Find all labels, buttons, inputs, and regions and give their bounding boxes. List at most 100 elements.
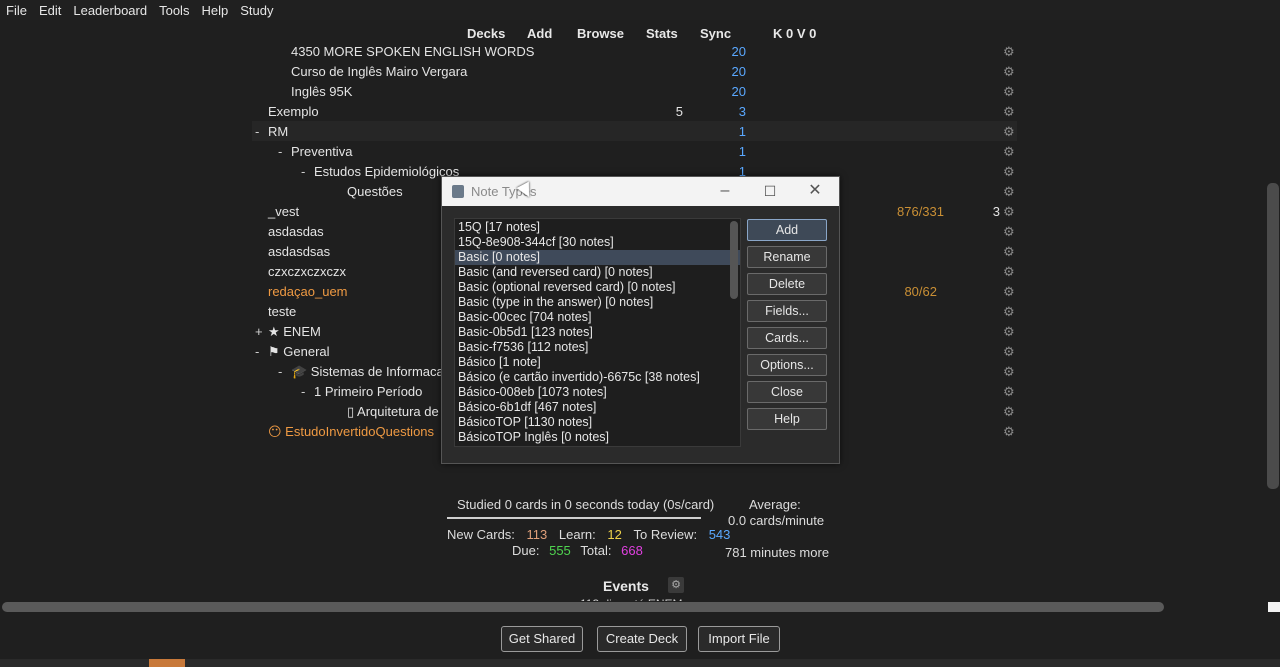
deck-name[interactable]: 🎓 Sistemas de Informacao (291, 364, 451, 380)
browse-link[interactable]: Browse (577, 26, 624, 41)
note-type-item[interactable]: Basic-0b5d1 [123 notes] (455, 325, 740, 340)
cards-button[interactable]: Cards... (747, 327, 827, 349)
note-type-item[interactable]: 15Q-8e908-344cf [30 notes] (455, 235, 740, 250)
delete-button[interactable]: Delete (747, 273, 827, 295)
horizontal-scrollbar[interactable] (0, 601, 1280, 613)
deck-row[interactable]: Exemplo 5 3 ⚙ (252, 101, 1017, 121)
deck-name[interactable]: RM (268, 124, 288, 139)
note-type-list[interactable]: 15Q [17 notes] 15Q-8e908-344cf [30 notes]… (454, 218, 741, 447)
deck-name[interactable]: 1 Primeiro Período (314, 384, 422, 399)
expand-toggle[interactable]: - (278, 144, 282, 159)
deck-name[interactable]: asdasdas (268, 224, 324, 239)
note-type-item[interactable]: Basic (type in the answer) [0 notes] (455, 295, 740, 310)
help-button[interactable]: Help (747, 408, 827, 430)
note-type-item[interactable]: 15Q [17 notes] (455, 220, 740, 235)
fields-button[interactable]: Fields... (747, 300, 827, 322)
vertical-scroll-thumb[interactable] (1267, 183, 1279, 489)
deck-gear-icon[interactable]: ⚙ (1003, 224, 1015, 240)
events-gear-icon[interactable]: ⚙ (668, 577, 684, 593)
minimize-icon[interactable]: – (713, 181, 737, 201)
menu-edit[interactable]: Edit (33, 3, 67, 18)
deck-gear-icon[interactable]: ⚙ (1003, 264, 1015, 280)
menu-study[interactable]: Study (234, 3, 279, 18)
expand-toggle[interactable]: - (301, 384, 305, 399)
dialog-titlebar[interactable]: Note Types – ☐ ✕ (442, 177, 839, 206)
note-type-item[interactable]: Básico-008eb [1073 notes] (455, 385, 740, 400)
deck-row[interactable]: - RM 1 ⚙ (252, 121, 1017, 141)
deck-name[interactable]: Inglês 95K (291, 84, 352, 99)
expand-toggle[interactable]: - (255, 124, 259, 139)
deck-gear-icon[interactable]: ⚙ (1003, 364, 1015, 380)
expand-toggle[interactable]: - (301, 164, 305, 179)
deck-gear-icon[interactable]: ⚙ (1003, 204, 1015, 220)
decks-link[interactable]: Decks (467, 26, 505, 41)
deck-name[interactable]: teste (268, 304, 296, 319)
note-type-item[interactable]: BásicoTOP [1130 notes] (455, 415, 740, 430)
list-scroll-thumb[interactable] (730, 221, 738, 299)
sync-link[interactable]: Sync (700, 26, 731, 41)
horizontal-scroll-thumb[interactable] (2, 602, 1164, 612)
deck-gear-icon[interactable]: ⚙ (1003, 284, 1015, 300)
note-type-item[interactable]: BásicoTOP Inglês [0 notes] (455, 430, 740, 445)
import-file-button[interactable]: Import File (698, 626, 780, 652)
deck-gear-icon[interactable]: ⚙ (1003, 104, 1015, 120)
deck-row[interactable]: Inglês 95K 20 ⚙ (252, 81, 1017, 101)
deck-gear-icon[interactable]: ⚙ (1003, 344, 1015, 360)
deck-gear-icon[interactable]: ⚙ (1003, 324, 1015, 340)
deck-name[interactable]: 4350 MORE SPOKEN ENGLISH WORDS (291, 44, 534, 59)
menu-leaderboard[interactable]: Leaderboard (67, 3, 153, 18)
deck-name[interactable]: Estudos Epidemiológicos (314, 164, 459, 179)
deck-gear-icon[interactable]: ⚙ (1003, 424, 1015, 440)
get-shared-button[interactable]: Get Shared (501, 626, 583, 652)
add-button[interactable]: Add (747, 219, 827, 241)
deck-name[interactable]: asdasdsas (268, 244, 330, 259)
rename-button[interactable]: Rename (747, 246, 827, 268)
add-link[interactable]: Add (527, 26, 552, 41)
note-type-item[interactable]: Basic (and reversed card) [0 notes] (455, 265, 740, 280)
deck-name[interactable]: Preventiva (291, 144, 352, 159)
deck-name[interactable]: ★ ENEM (268, 324, 321, 340)
deck-gear-icon[interactable]: ⚙ (1003, 144, 1015, 160)
note-type-item[interactable]: Básico [1 note] (455, 355, 740, 370)
deck-name[interactable]: Exemplo (268, 104, 319, 119)
profile-indicator[interactable]: K 0 V 0 (773, 26, 816, 41)
expand-toggle[interactable]: - (278, 364, 282, 379)
note-type-item[interactable]: Basic-f7536 [112 notes] (455, 340, 740, 355)
create-deck-button[interactable]: Create Deck (597, 626, 687, 652)
deck-gear-icon[interactable]: ⚙ (1003, 64, 1015, 80)
deck-name[interactable]: redaçao_uem (268, 284, 348, 299)
deck-gear-icon[interactable]: ⚙ (1003, 124, 1015, 140)
deck-row[interactable]: Curso de Inglês Mairo Vergara 20 ⚙ (252, 61, 1017, 81)
deck-gear-icon[interactable]: ⚙ (1003, 184, 1015, 200)
deck-row[interactable]: 4350 MORE SPOKEN ENGLISH WORDS 20 ⚙ (252, 41, 1017, 61)
stats-link[interactable]: Stats (646, 26, 678, 41)
note-type-item[interactable]: Básico-6b1df [467 notes] (455, 400, 740, 415)
menu-tools[interactable]: Tools (153, 3, 195, 18)
maximize-icon[interactable]: ☐ (758, 181, 782, 201)
deck-gear-icon[interactable]: ⚙ (1003, 44, 1015, 60)
deck-gear-icon[interactable]: ⚙ (1003, 304, 1015, 320)
deck-name[interactable]: 😶 EstudoInvertidoQuestions (268, 424, 434, 440)
deck-name[interactable]: _vest (268, 204, 299, 219)
deck-gear-icon[interactable]: ⚙ (1003, 384, 1015, 400)
close-icon[interactable]: ✕ (803, 181, 827, 201)
deck-name[interactable]: Curso de Inglês Mairo Vergara (291, 64, 467, 79)
deck-name[interactable]: czxczxczxczx (268, 264, 346, 279)
note-type-item[interactable]: Basic-00cec [704 notes] (455, 310, 740, 325)
deck-gear-icon[interactable]: ⚙ (1003, 244, 1015, 260)
menu-help[interactable]: Help (195, 3, 234, 18)
deck-gear-icon[interactable]: ⚙ (1003, 164, 1015, 180)
deck-gear-icon[interactable]: ⚙ (1003, 84, 1015, 100)
close-button[interactable]: Close (747, 381, 827, 403)
deck-gear-icon[interactable]: ⚙ (1003, 404, 1015, 420)
options-button[interactable]: Options... (747, 354, 827, 376)
note-type-item[interactable]: Basic [0 notes] (455, 250, 740, 265)
note-type-item[interactable]: Basic (optional reversed card) [0 notes] (455, 280, 740, 295)
deck-name[interactable]: ⚑ General (268, 344, 330, 360)
menu-file[interactable]: File (0, 3, 33, 18)
deck-row[interactable]: - Preventiva 1 ⚙ (252, 141, 1017, 161)
expand-toggle[interactable]: + (255, 324, 263, 339)
expand-toggle[interactable]: - (255, 344, 259, 359)
note-type-item[interactable]: Básico (e cartão invertido)-6675c [38 no… (455, 370, 740, 385)
deck-name[interactable]: Questões (347, 184, 403, 199)
